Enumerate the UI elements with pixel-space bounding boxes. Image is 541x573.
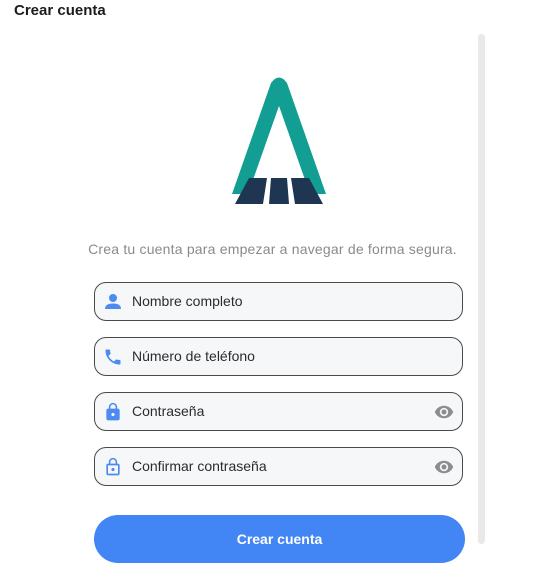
- password-field[interactable]: Contraseña: [94, 392, 463, 431]
- full-name-placeholder: Nombre completo: [132, 293, 243, 309]
- eye-icon[interactable]: [434, 402, 454, 422]
- password-placeholder: Contraseña: [132, 403, 205, 419]
- confirm-password-placeholder: Confirmar contraseña: [132, 458, 267, 474]
- page-title: Crear cuenta: [14, 2, 106, 19]
- scrollbar[interactable]: [478, 34, 485, 544]
- eye-icon[interactable]: [434, 457, 454, 477]
- full-name-field[interactable]: Nombre completo: [94, 282, 463, 321]
- confirm-password-field[interactable]: Confirmar contraseña: [94, 447, 463, 486]
- phone-icon: [105, 349, 121, 365]
- create-account-screen: Crear cuenta Crea tu cuenta para empezar…: [0, 0, 541, 573]
- phone-placeholder: Número de teléfono: [132, 348, 255, 364]
- lock-outline-icon: [106, 457, 120, 476]
- app-logo: [232, 77, 326, 204]
- phone-field[interactable]: Número de teléfono: [94, 337, 463, 376]
- subtitle-text: Crea tu cuenta para empezar a navegar de…: [88, 241, 457, 257]
- person-icon: [105, 294, 121, 309]
- lock-icon: [106, 402, 120, 421]
- create-account-button[interactable]: Crear cuenta: [94, 515, 465, 563]
